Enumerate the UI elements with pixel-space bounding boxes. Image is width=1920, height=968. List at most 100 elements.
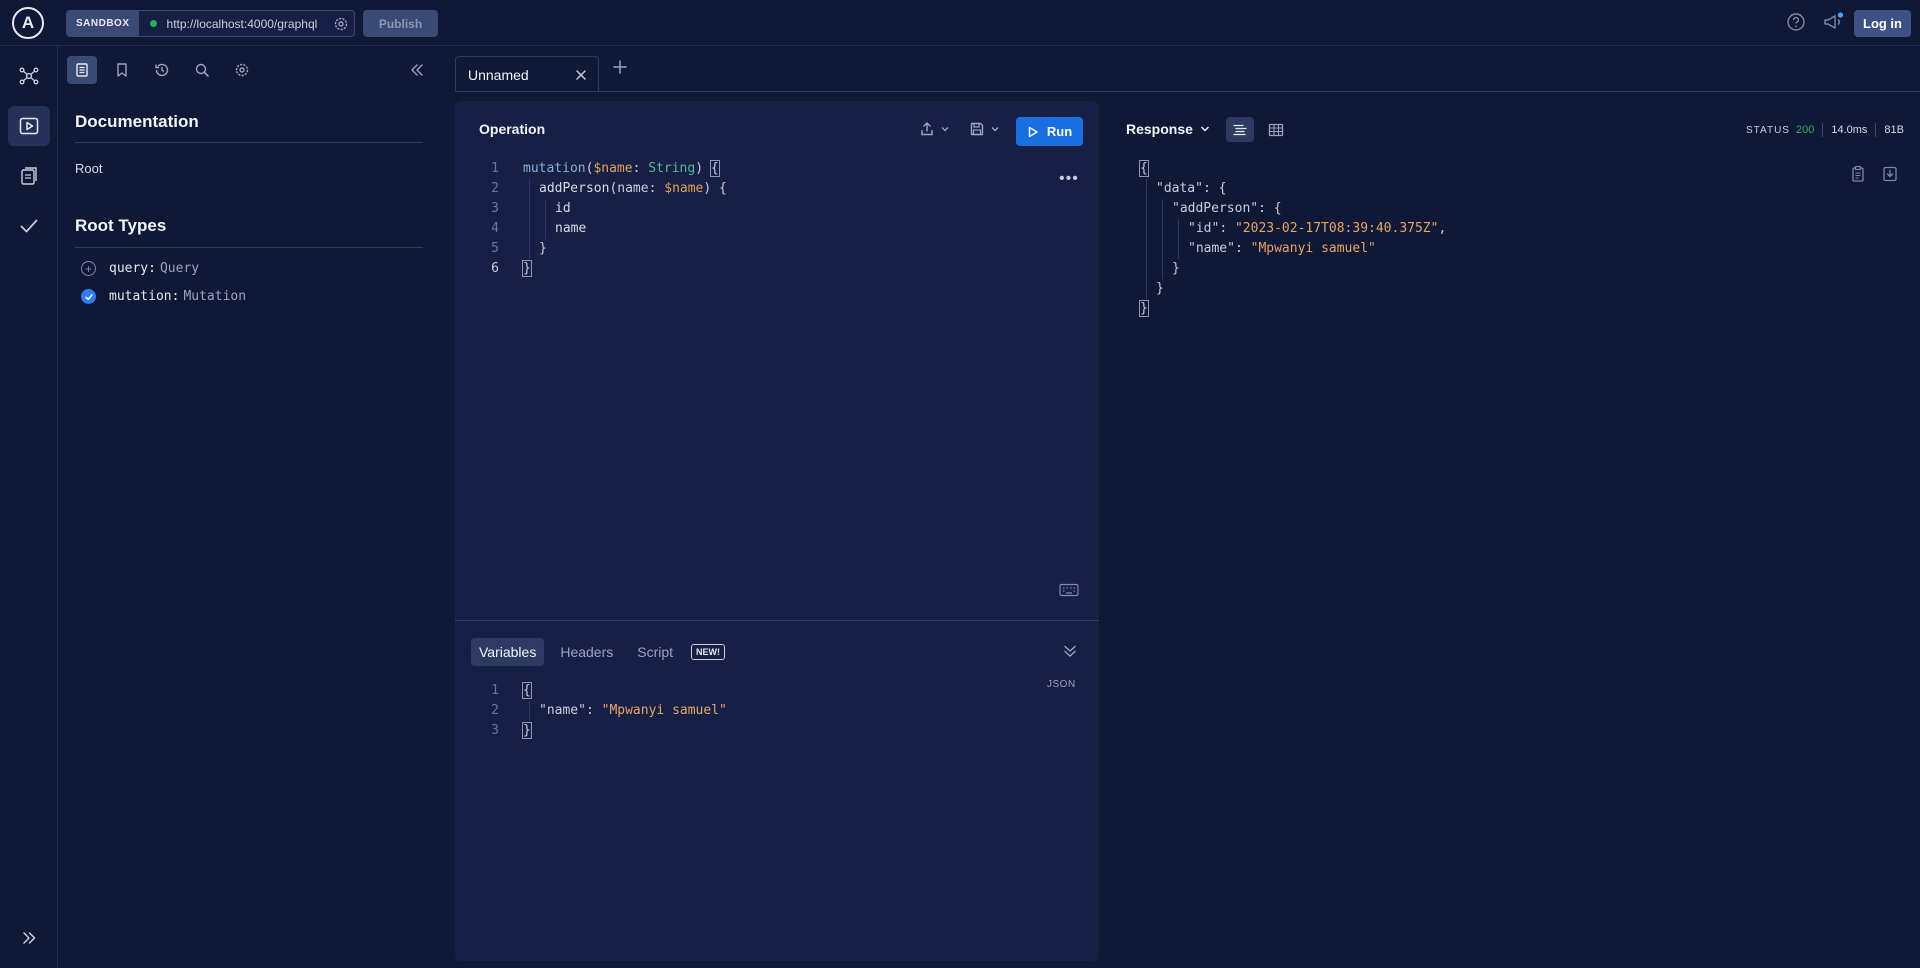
share-icon (919, 121, 935, 137)
download-icon[interactable] (1882, 165, 1898, 183)
play-window-icon (18, 115, 40, 137)
code-punct: : (1234, 241, 1251, 256)
add-tab-icon[interactable] (612, 59, 628, 75)
code-brace: } (522, 260, 532, 277)
rail-explorer[interactable] (8, 106, 50, 146)
selected-check-icon[interactable] (81, 289, 96, 304)
root-type-field: query: (109, 261, 156, 276)
login-button[interactable]: Log in (1854, 10, 1911, 37)
gear-icon (234, 62, 250, 78)
operation-panel: Operation Run 1 2 3 4 5 6 mutation($name… (455, 101, 1099, 961)
new-badge: NEW! (691, 644, 726, 660)
chevron-down-icon (1199, 123, 1211, 135)
code-brace: { (1139, 160, 1149, 177)
tab-variables[interactable]: Variables (471, 638, 545, 666)
code-brace: { (709, 160, 720, 177)
text-lines-icon (1232, 122, 1248, 138)
code-punct: : (585, 703, 602, 718)
docs-tool-settings[interactable] (227, 56, 257, 84)
root-type-query[interactable]: + query: Query (81, 261, 199, 276)
operation-title: Operation (479, 121, 546, 137)
help-icon[interactable] (1786, 12, 1806, 32)
rail-expand[interactable] (8, 918, 50, 958)
publish-button[interactable]: Publish (363, 10, 438, 37)
code-punct: ) (695, 161, 711, 176)
code-line: { (1139, 159, 1149, 179)
close-icon[interactable] (574, 68, 588, 82)
bookmark-icon (114, 62, 130, 78)
code-line: { (522, 681, 532, 701)
json-key: "data" (1156, 181, 1203, 196)
divider (1822, 123, 1824, 137)
docs-tool-collections[interactable] (107, 56, 137, 84)
endpoint-selector[interactable]: SANDBOX http://localhost:4000/graphql (66, 10, 355, 37)
rail-checks[interactable] (8, 206, 50, 246)
json-string: "Mpwanyi samuel" (1250, 241, 1376, 256)
json-key: "addPerson" (1172, 201, 1259, 216)
code-type: String (648, 161, 696, 176)
tab-bar-border (455, 91, 1920, 92)
json-view-button[interactable] (1226, 117, 1254, 142)
response-size: 81B (1884, 124, 1904, 136)
checkmark-icon (18, 215, 40, 237)
code-line: id (555, 201, 571, 216)
announcements-icon[interactable] (1822, 12, 1844, 32)
docs-title: Documentation (75, 112, 199, 131)
endpoint-url[interactable]: http://localhost:4000/graphql (167, 17, 327, 31)
operation-editor[interactable]: 1 2 3 4 5 6 mutation($name: String) { ad… (455, 159, 1099, 279)
status-label: STATUS (1746, 124, 1790, 136)
table-view-button[interactable] (1262, 117, 1290, 142)
rail-references[interactable] (8, 156, 50, 196)
share-menu-button[interactable] (919, 121, 950, 137)
play-icon (1027, 126, 1039, 138)
code-keyword: mutation (523, 161, 586, 176)
docs-root-breadcrumb[interactable]: Root (75, 161, 102, 176)
docs-tool-search[interactable] (187, 56, 217, 84)
docs-tool-documentation[interactable] (67, 56, 97, 84)
save-menu-button[interactable] (969, 121, 1000, 137)
tab-unnamed[interactable]: Unnamed (455, 56, 599, 92)
double-chevron-left-icon (409, 62, 425, 78)
status-code: 200 (1795, 124, 1815, 136)
indent-guide (545, 199, 546, 239)
code-brace: { (522, 682, 532, 699)
code-brace: } (1139, 300, 1149, 317)
tab-headers[interactable]: Headers (552, 638, 621, 666)
docs-tool-history[interactable] (147, 56, 177, 84)
rail-schema[interactable] (8, 56, 50, 96)
root-type-field: mutation: (109, 289, 180, 304)
root-type-type[interactable]: Mutation (183, 289, 246, 304)
code-line: "addPerson": { (1172, 199, 1282, 219)
code-line: mutation($name: String) { (523, 159, 720, 179)
more-options-icon[interactable]: ••• (1059, 170, 1079, 188)
collapse-docs-button[interactable] (402, 56, 432, 84)
document-icon (74, 62, 90, 78)
code-variable: $name (664, 181, 704, 196)
code-punct: : (632, 161, 649, 176)
panel-split-divider[interactable] (455, 620, 1099, 621)
root-type-type[interactable]: Query (160, 261, 199, 276)
code-variable: $name (593, 161, 633, 176)
response-selector[interactable]: Response (1126, 121, 1211, 137)
left-nav-rail (0, 46, 58, 968)
run-button[interactable]: Run (1016, 117, 1083, 146)
keyboard-icon[interactable] (1059, 583, 1079, 597)
history-icon (154, 62, 170, 78)
chevron-down-icon (990, 124, 1000, 134)
variables-editor[interactable]: 1 2 3 { "name": "Mpwanyi samuel" } (455, 681, 1099, 741)
code-line: } (1172, 261, 1180, 276)
code-line: addPerson(name: $name) { (539, 179, 727, 199)
code-line: "name": "Mpwanyi samuel" (539, 701, 727, 721)
response-time: 14.0ms (1831, 124, 1868, 136)
copy-icon[interactable] (1850, 165, 1866, 183)
response-viewer[interactable]: { "data": { "addPerson": { "id": "2023-0… (1139, 159, 1740, 319)
table-icon (1268, 122, 1284, 138)
root-type-mutation[interactable]: mutation: Mutation (81, 289, 246, 304)
add-field-icon[interactable]: + (81, 261, 96, 276)
code-line: } (522, 259, 532, 279)
tab-script[interactable]: Script (629, 638, 681, 666)
apollo-logo[interactable]: A (12, 7, 44, 39)
code-punct: (name: (609, 181, 665, 196)
collapse-variables-icon[interactable] (1062, 643, 1078, 659)
endpoint-settings-icon[interactable] (333, 16, 349, 32)
